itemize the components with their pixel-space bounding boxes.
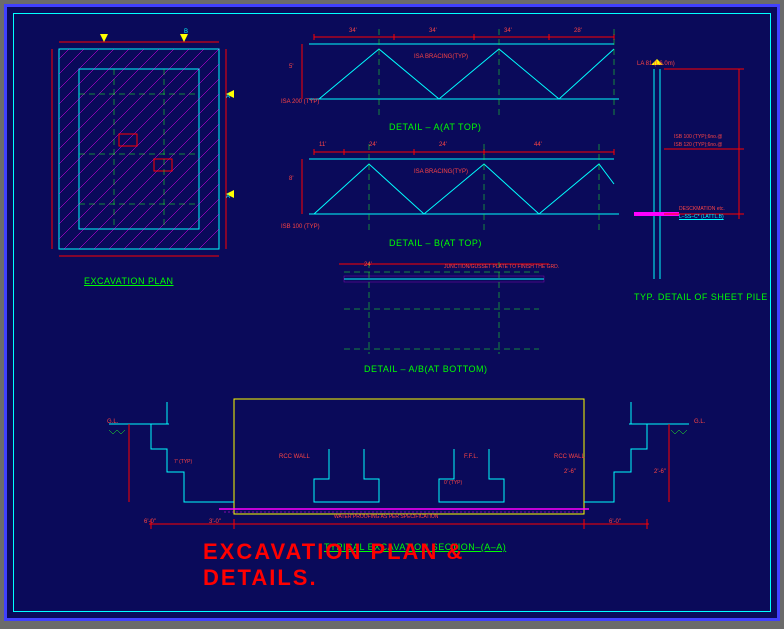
desc-sp: DESCKMATION etc. (679, 206, 725, 212)
dim-8: 8' (289, 176, 293, 182)
section-marker-b: B (184, 29, 188, 35)
dim-24b: 24' (439, 142, 447, 148)
gl-a: G.L. (107, 419, 118, 425)
sheet-pile-label: TYP. DETAIL OF SHEET PILE (634, 292, 768, 302)
detail-ab-bottom-svg (329, 254, 559, 364)
waterproofing: WATER PROOFING AS PER SPECIFICATION (334, 514, 438, 520)
la81: LA 81 (L6.0m) (637, 61, 675, 67)
dim-2-6b: 2'-6" (654, 469, 666, 475)
excavation-plan-label: EXCAVATION PLAN (84, 276, 174, 286)
detail-ab-bottom-label: DETAIL – A/B(AT BOTTOM) (364, 364, 488, 374)
gl-b: G.L. (694, 419, 705, 425)
dim-2-6a: 2'-6" (564, 469, 576, 475)
drawing-frame: A A B EXCAVATION PLAN 34' 34' 34' 28' 5'… (4, 4, 780, 621)
isa-bracing2: ISA BRACING(TYP) (414, 169, 468, 175)
dim-6-0a: 6'-0" (144, 519, 156, 525)
dim-3-0: 3'-0" (209, 519, 221, 525)
isa-bracing: ISA BRACING(TYP) (414, 54, 468, 60)
isb120-typ: ISB 120 (TYP);6no.@ (674, 142, 722, 148)
detail-a-top-svg (284, 29, 629, 129)
rcc-wall-b: RCC WALL (554, 454, 585, 460)
dim-44: 44' (534, 142, 542, 148)
drawing-title: EXCAVATION PLAN & DETAILS. (203, 539, 581, 591)
sheet-pile-code: L–SS–C* (LATTL.B) (679, 214, 724, 220)
ffl: F.F.L. (464, 454, 478, 460)
drawing-area: A A B EXCAVATION PLAN 34' 34' 34' 28' 5'… (13, 13, 771, 612)
rcc-wall-a: RCC WALL (279, 454, 310, 460)
section-marker-a1: A (226, 94, 230, 100)
excavation-plan-svg (44, 34, 234, 274)
dim-34-3: 34' (504, 28, 512, 34)
dim-6-0b: 6'-0" (609, 519, 621, 525)
dim-28: 28' (574, 28, 582, 34)
dim-7-typ: 7' (TYP) (174, 459, 192, 465)
detail-a-top-label: DETAIL – A(AT TOP) (389, 122, 481, 132)
junction-plate: JUNCTION/GUSSET PLATE TO FINISH THE GRD. (444, 264, 559, 270)
sheet-pile-svg (624, 59, 764, 289)
isa200-a: ISA 200 (TYP) (281, 99, 319, 105)
dim-34-1: 34' (349, 28, 357, 34)
dim-0-typ: 0' (TYP) (444, 480, 462, 486)
dim-5: 5' (289, 64, 293, 70)
dim-24a: 24' (369, 142, 377, 148)
isb100: ISB 100 (TYP) (281, 224, 320, 230)
dim-34-2: 34' (429, 28, 437, 34)
detail-b-top-svg (284, 144, 629, 244)
detail-b-top-label: DETAIL – B(AT TOP) (389, 238, 482, 248)
dim-11: 11' (319, 142, 326, 148)
dim-24-bot: 24' (364, 262, 372, 268)
section-marker-a2: A (226, 194, 230, 200)
isb100-typ: ISB 100 (TYP);6no.@ (674, 134, 722, 140)
